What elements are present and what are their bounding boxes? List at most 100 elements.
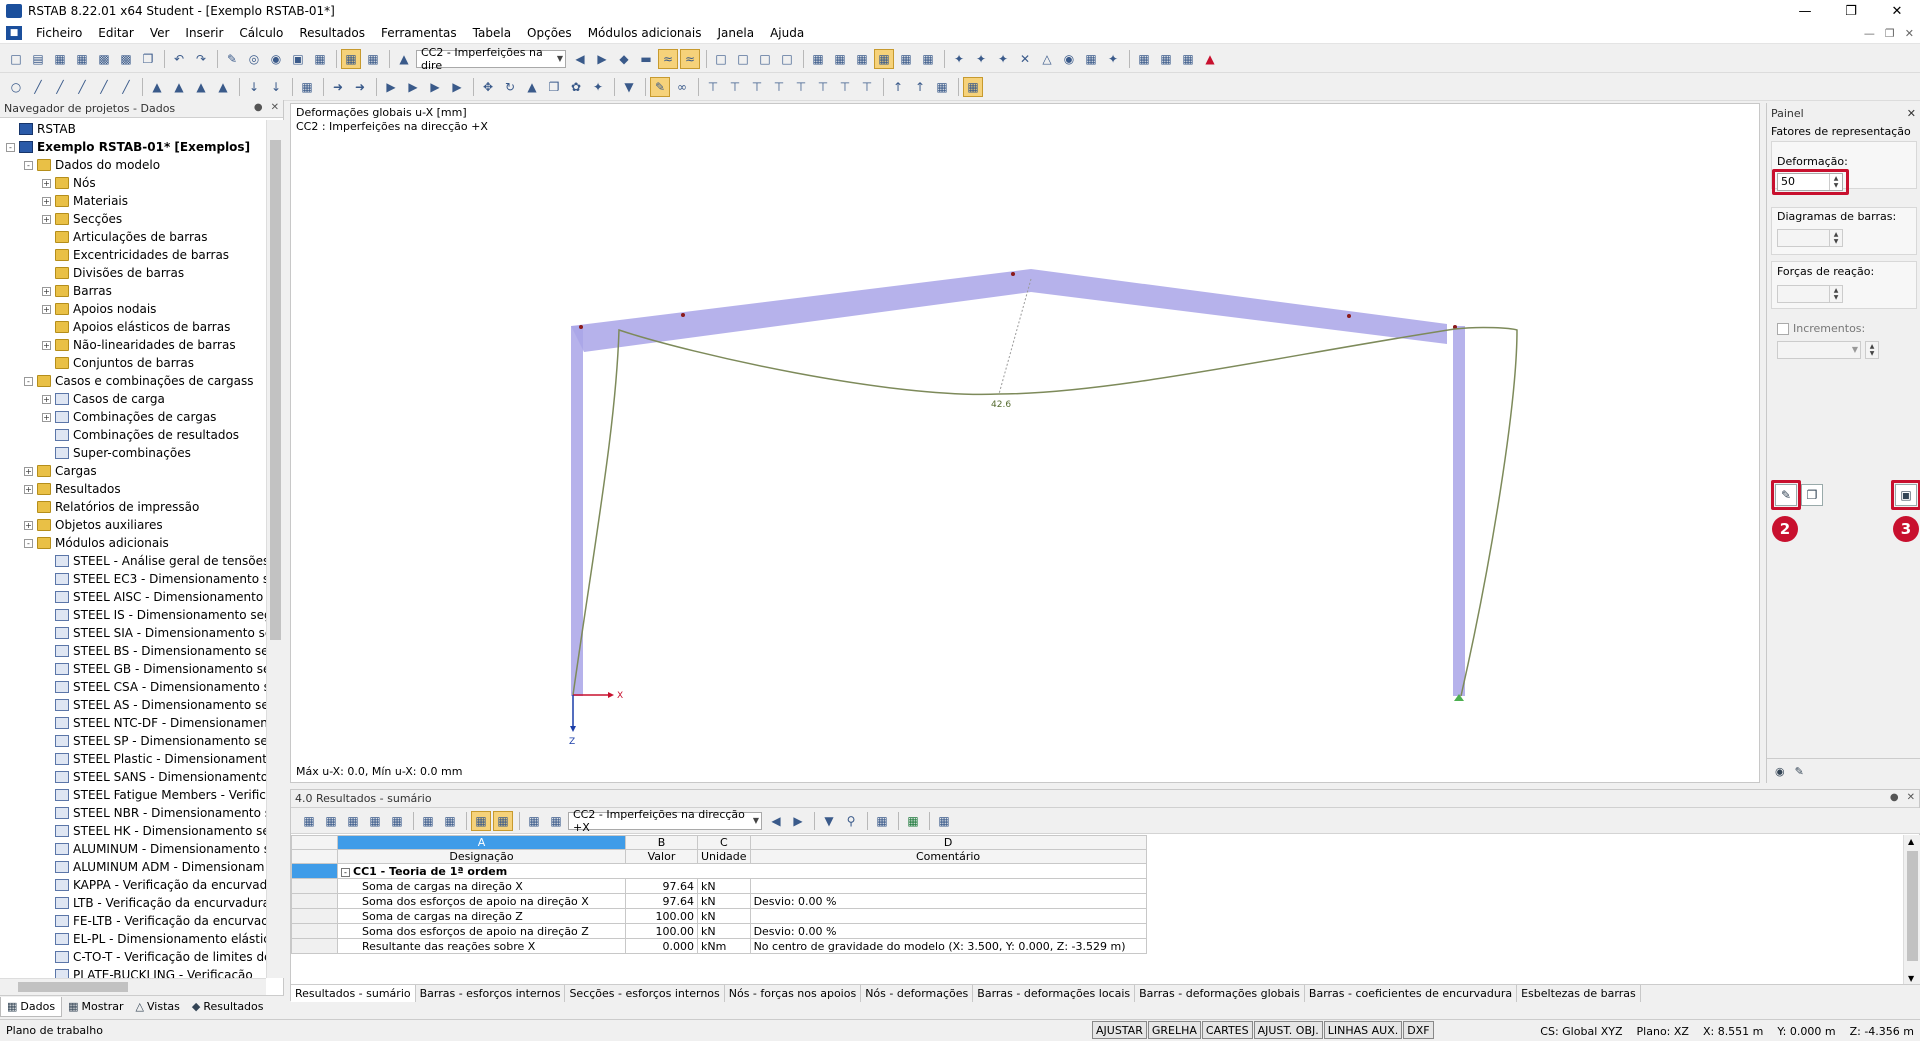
restore-icon[interactable]: ❐ <box>1828 0 1874 22</box>
tree-item[interactable]: + Combinações de cargas <box>0 408 266 426</box>
osnap-toggle-button[interactable]: AJUST. OBJ. <box>1253 1021 1323 1039</box>
menu-inserir[interactable]: Inserir <box>177 26 231 40</box>
tree-item[interactable]: STEEL SIA - Dimensionamento seg <box>0 624 266 642</box>
node-marker[interactable] <box>1011 272 1015 276</box>
doc-restore-icon[interactable]: ❐ <box>1885 27 1895 40</box>
previous-icon[interactable]: ◀ <box>570 49 590 69</box>
copy-icon[interactable]: ❐ <box>138 49 158 69</box>
table-tool-icon[interactable]: ▦ <box>321 811 341 831</box>
grid-icon[interactable]: ▦ <box>852 49 872 69</box>
tab-esbeltezas[interactable]: Esbeltezas de barras <box>1517 985 1641 1002</box>
scroll-thumb[interactable] <box>1907 851 1918 961</box>
grid-icon[interactable]: ▦ <box>830 49 850 69</box>
undo-icon[interactable]: ↶ <box>169 49 189 69</box>
tree-item[interactable]: Divisões de barras <box>0 264 266 282</box>
arrow-icon[interactable]: ➜ <box>350 77 370 97</box>
increments-spinner[interactable]: ▲ ▼ <box>1865 341 1879 359</box>
scroll-up-icon[interactable]: ▲ <box>1908 837 1914 846</box>
pdf-icon[interactable]: ▲ <box>1200 49 1220 69</box>
spinner[interactable]: ▲ ▼ <box>1829 286 1842 302</box>
tab-seccoes-esforcos[interactable]: Secções - esforços internos <box>565 985 725 1002</box>
collapse-icon[interactable]: - <box>6 142 15 152</box>
tree-item[interactable]: FE-LTB - Verificação da encurvadu <box>0 912 266 930</box>
expand-icon[interactable]: + <box>42 196 51 206</box>
row-header[interactable] <box>291 893 338 909</box>
save-all-icon[interactable]: ▦ <box>72 49 92 69</box>
results-icon[interactable]: ◉ <box>266 49 286 69</box>
guidelines-toggle-button[interactable]: LINHAS AUX. <box>1323 1021 1403 1039</box>
divide-icon[interactable]: ✿ <box>566 77 586 97</box>
table-row[interactable]: Resultante das reações sobre X 0.000 kNm… <box>291 938 1147 954</box>
mt-icon[interactable]: ⊤ <box>769 77 789 97</box>
tree-item[interactable]: - Casos e combinações de cargass <box>0 372 266 390</box>
values-icon[interactable]: ▬ <box>636 49 656 69</box>
new-icon[interactable]: □ <box>6 49 26 69</box>
diagrams-input[interactable]: ▲ ▼ <box>1777 229 1843 247</box>
support-icon[interactable]: ▲ <box>213 77 233 97</box>
tree-item[interactable]: PLATE-BUCKLING - Verificação <box>0 966 266 978</box>
next-icon[interactable]: ▶ <box>592 49 612 69</box>
node-marker[interactable] <box>579 325 583 329</box>
vy-icon[interactable]: ⊤ <box>725 77 745 97</box>
row-header[interactable] <box>291 923 338 939</box>
redo-icon[interactable]: ↷ <box>191 49 211 69</box>
tree-item[interactable]: + Materiais <box>0 192 266 210</box>
spin-up-icon[interactable]: ▲ <box>1834 287 1839 294</box>
panel-icon[interactable]: ▦ <box>363 49 383 69</box>
tab-barras-def-globais[interactable]: Barras - deformações globais <box>1135 985 1305 1002</box>
expand-icon[interactable]: + <box>42 394 51 404</box>
section-icon[interactable]: ▦ <box>297 77 317 97</box>
scroll-thumb[interactable] <box>270 140 281 640</box>
view-icon[interactable]: □ <box>733 49 753 69</box>
menu-ferramentas[interactable]: Ferramentas <box>373 26 465 40</box>
lock-icon[interactable]: ✎ <box>650 76 670 97</box>
tab-nos-forcas[interactable]: Nós - forças nos apoios <box>725 985 862 1002</box>
spin-up-icon[interactable]: ▲ <box>1870 343 1875 350</box>
group-row[interactable]: - CC1 - Teoria de 1ª ordem <box>291 863 1147 879</box>
load-case-select[interactable]: CC2 - Imperfeições na dire ▼ <box>416 46 566 72</box>
expand-icon[interactable]: + <box>42 412 51 422</box>
column-letter[interactable]: C <box>697 835 751 850</box>
menu-modulos-adicionais[interactable]: Módulos adicionais <box>580 26 710 40</box>
increments-checkbox[interactable] <box>1777 323 1789 335</box>
tree-item[interactable]: - Módulos adicionais <box>0 534 266 552</box>
table-tool-icon[interactable]: ▦ <box>299 811 319 831</box>
print-preview-icon[interactable]: ▩ <box>116 49 136 69</box>
tool-icon[interactable]: ✦ <box>1103 49 1123 69</box>
tree-item[interactable]: + Apoios nodais <box>0 300 266 318</box>
print-icon[interactable]: ▩ <box>94 49 114 69</box>
tree-item[interactable]: + Casos de carga <box>0 390 266 408</box>
pen-icon[interactable]: ✎ <box>222 49 242 69</box>
member-icon[interactable]: ╱ <box>116 77 136 97</box>
tab-nos-deformacoes[interactable]: Nós - deformações <box>861 985 974 1002</box>
export-icon[interactable]: ▦ <box>1178 49 1198 69</box>
table-tool-icon[interactable]: ▦ <box>343 811 363 831</box>
grid-icon[interactable]: ▦ <box>918 49 938 69</box>
tree-item[interactable]: STEEL CSA - Dimensionamento seg <box>0 678 266 696</box>
table-tool-icon[interactable]: ▦ <box>524 811 544 831</box>
calculator-icon[interactable]: ▦ <box>934 811 954 831</box>
mirror-icon[interactable]: ▲ <box>522 77 542 97</box>
collapse-icon[interactable]: - <box>24 160 33 170</box>
menu-editar[interactable]: Editar <box>90 26 142 40</box>
dxf-toggle-button[interactable]: DXF <box>1403 1021 1434 1039</box>
arrow-icon[interactable]: ➜ <box>328 77 348 97</box>
previous-icon[interactable]: ◀ <box>766 811 786 831</box>
reactions-input[interactable]: ▲ ▼ <box>1777 285 1843 303</box>
column-letter[interactable]: B <box>625 835 698 850</box>
show-results-icon[interactable]: ◆ <box>614 49 634 69</box>
tree-item[interactable]: STEEL GB - Dimensionamento seg <box>0 660 266 678</box>
export-icon[interactable]: ▦ <box>1134 49 1154 69</box>
tree-item[interactable]: Relatórios de impressão <box>0 498 266 516</box>
copy-icon[interactable]: ❐ <box>544 77 564 97</box>
table-tool-icon[interactable]: ▦ <box>471 810 491 831</box>
table-tool-icon[interactable]: ▦ <box>440 811 460 831</box>
load-case-icon[interactable]: ▲ <box>394 49 414 69</box>
tree-item[interactable]: + Resultados <box>0 480 266 498</box>
view-icon[interactable]: □ <box>755 49 775 69</box>
doc-minimize-icon[interactable]: — <box>1864 27 1875 40</box>
tool-icon[interactable]: ✦ <box>971 49 991 69</box>
tree-item[interactable]: + Barras <box>0 282 266 300</box>
support-icon[interactable]: ▲ <box>147 77 167 97</box>
grid-icon[interactable]: ▦ <box>874 48 894 69</box>
